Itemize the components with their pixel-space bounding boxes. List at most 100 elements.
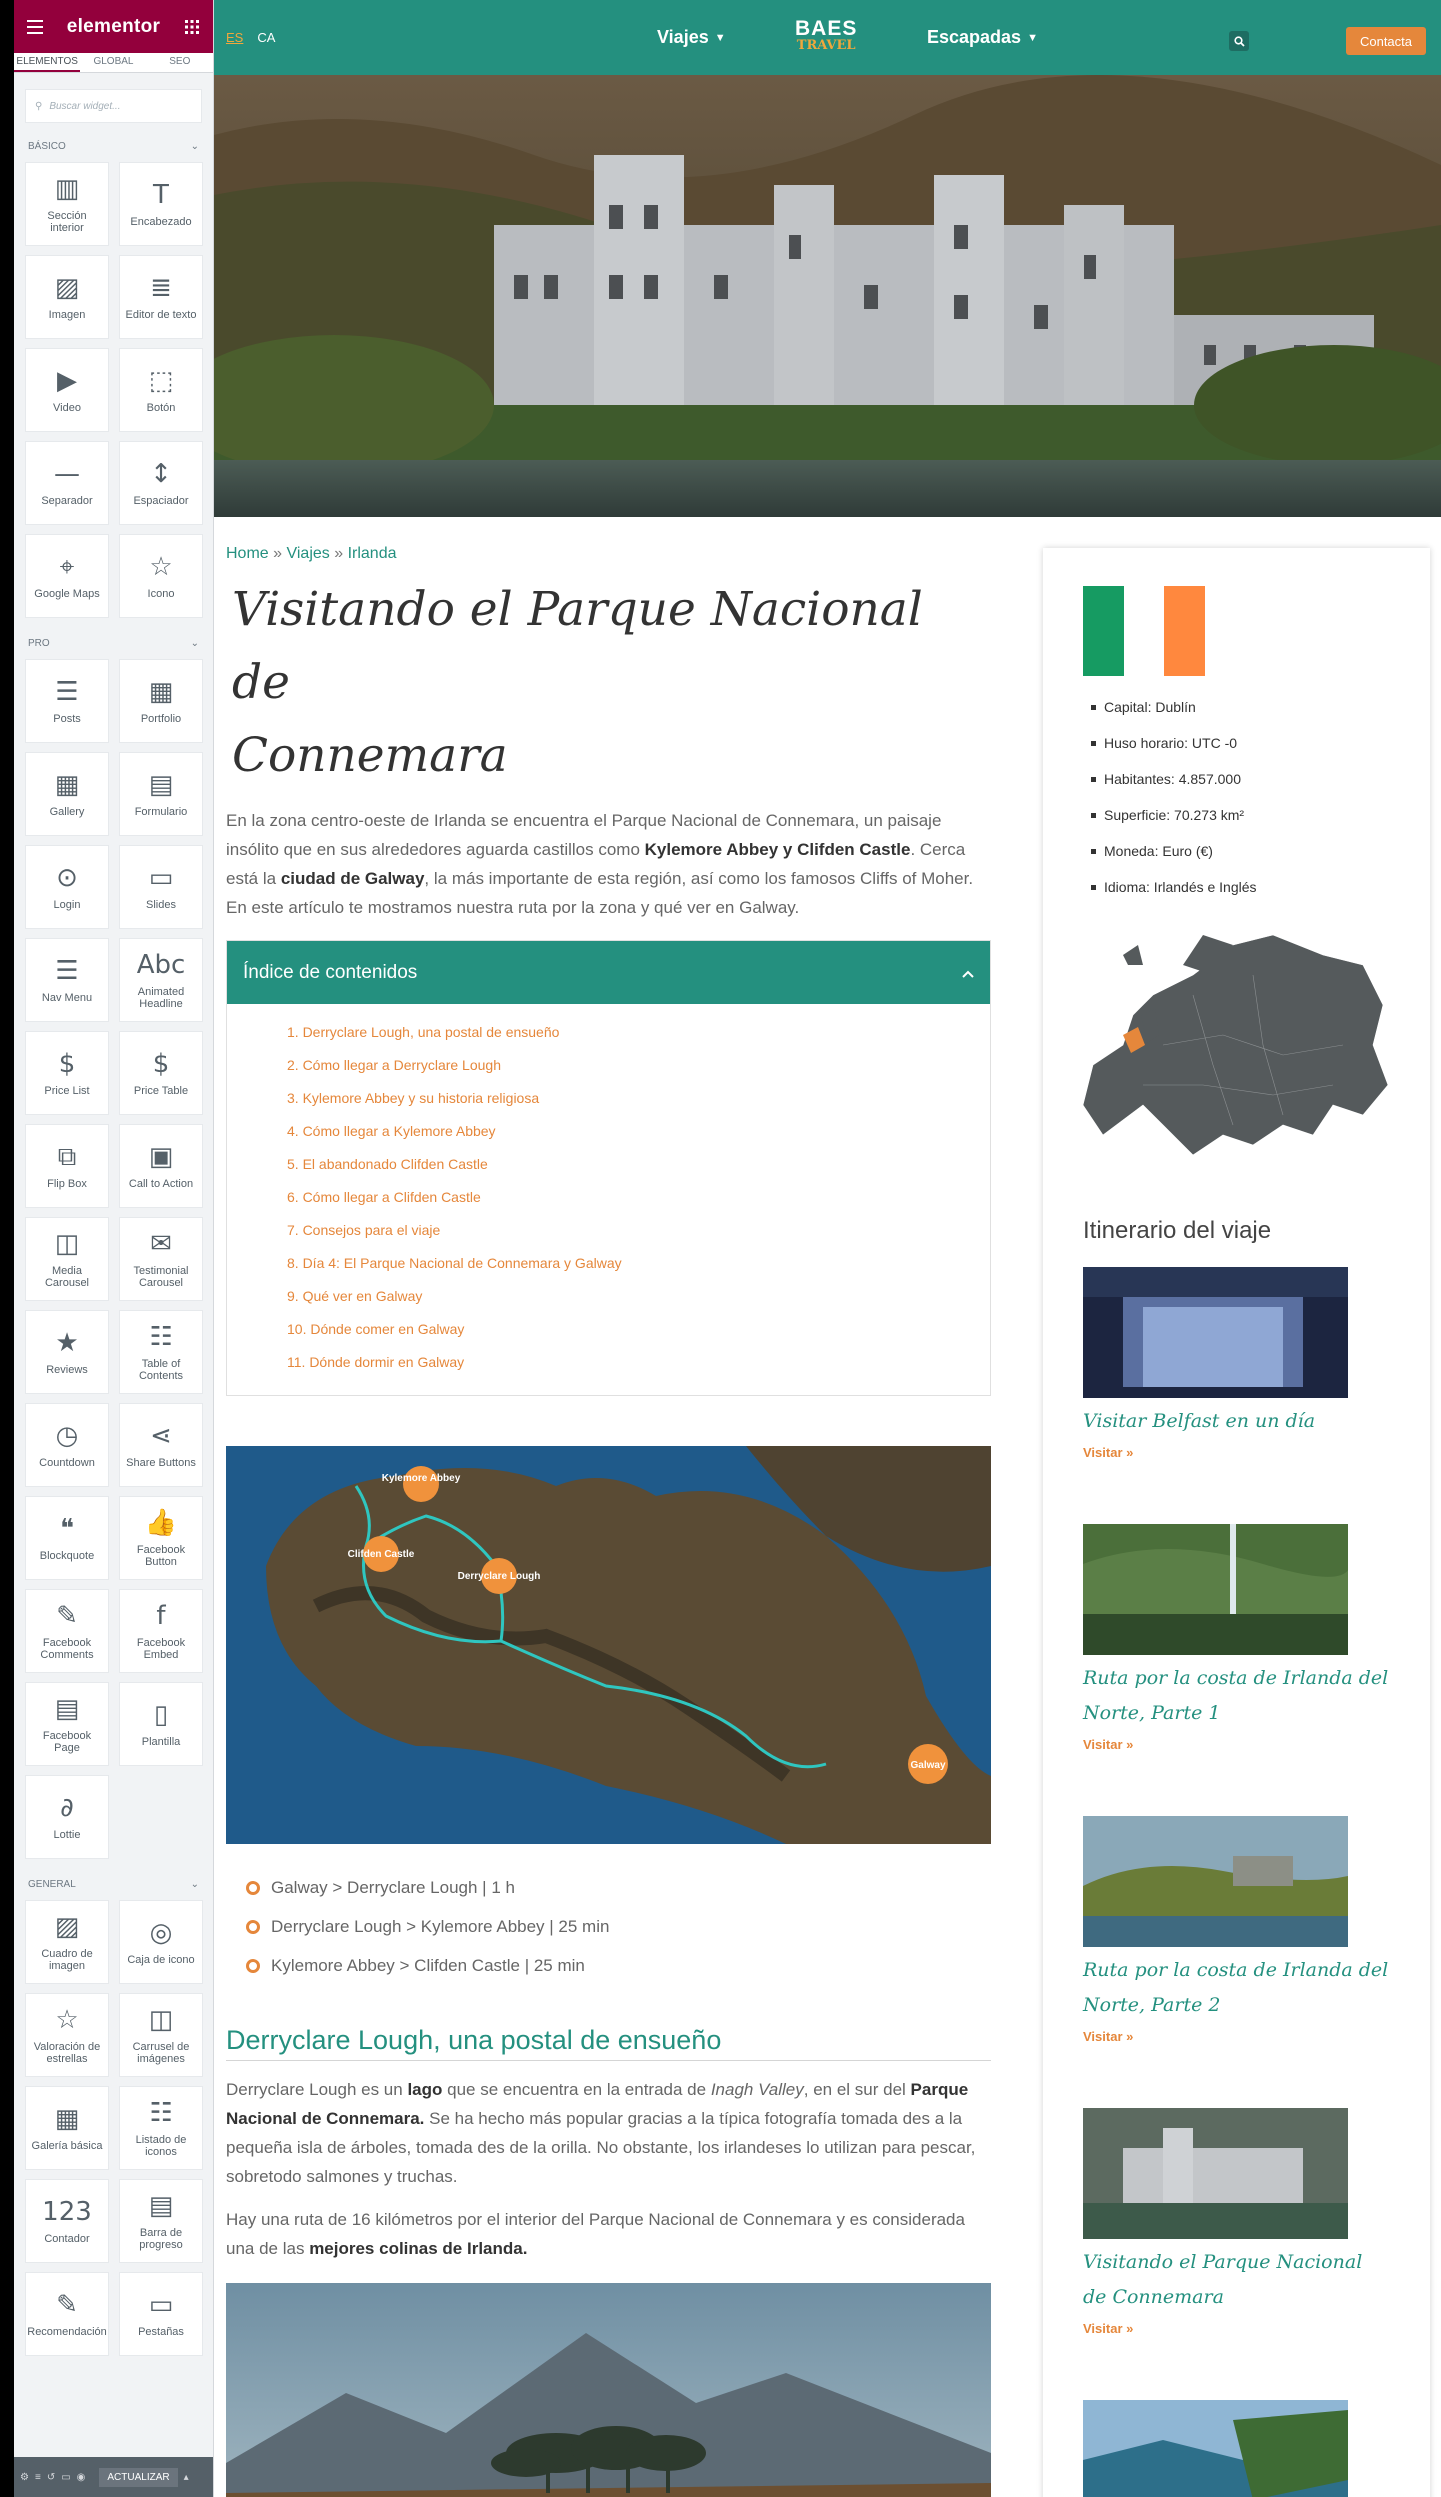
toc-item[interactable]: 8. Día 4: El Parque Nacional de Connemar… <box>287 1247 990 1280</box>
widget-progress-bar[interactable]: ▤ Barra de progreso <box>119 2179 203 2263</box>
preview-icon[interactable]: ◉ <box>77 2472 86 2483</box>
post-thumbnail[interactable] <box>1083 1524 1348 1655</box>
widget-text-editor[interactable]: ≣ Editor de texto <box>119 255 203 339</box>
widget-image[interactable]: ▨ Imagen <box>25 255 109 339</box>
widget-spacer[interactable]: ↕ Espaciador <box>119 441 203 525</box>
widget-price-table[interactable]: $ Price Table <box>119 1031 203 1115</box>
breadcrumb-home[interactable]: Home <box>226 545 269 562</box>
category-general-header[interactable]: GENERAL ⌄ <box>14 1873 213 1900</box>
widget-image-carousel[interactable]: ◫ Carrusel de imágenes <box>119 1993 203 2077</box>
toc-item[interactable]: 10. Dónde comer en Galway <box>287 1313 990 1346</box>
caret-up-icon[interactable]: ▴ <box>184 2472 189 2483</box>
widget-call-to-action[interactable]: ▣ Call to Action <box>119 1124 203 1208</box>
widget-template[interactable]: ▯ Plantilla <box>119 1682 203 1766</box>
contact-button[interactable]: Contacta <box>1346 27 1426 55</box>
post-thumbnail[interactable] <box>1083 1816 1348 1947</box>
update-button[interactable]: ACTUALIZAR <box>99 2467 178 2487</box>
widget-button[interactable]: ⬚ Botón <box>119 348 203 432</box>
widget-facebook-embed[interactable]: f Facebook Embed <box>119 1589 203 1673</box>
toc-item[interactable]: 9. Qué ver en Galway <box>287 1280 990 1313</box>
widget-heading[interactable]: T Encabezado <box>119 162 203 246</box>
post-read-more-link[interactable]: Visitar » <box>1083 1445 1390 1460</box>
widget-reviews[interactable]: ★ Reviews <box>25 1310 109 1394</box>
toc-item[interactable]: 7. Consejos para el viaje <box>287 1214 990 1247</box>
widget-facebook-page[interactable]: ▤ Facebook Page <box>25 1682 109 1766</box>
widget-countdown[interactable]: ◷ Countdown <box>25 1403 109 1487</box>
widget-media-carousel[interactable]: ◫ Media Carousel <box>25 1217 109 1301</box>
widget-counter[interactable]: 123 Contador <box>25 2179 109 2263</box>
widget-star[interactable]: ☆ Icono <box>119 534 203 618</box>
widget-comments[interactable]: ✎ Facebook Comments <box>25 1589 109 1673</box>
post-title[interactable]: Ruta por la costa de Irlanda del Norte, … <box>1083 1953 1390 2023</box>
widget-share[interactable]: ⋖ Share Buttons <box>119 1403 203 1487</box>
post-thumbnail[interactable] <box>1083 2400 1348 2497</box>
post-read-more-link[interactable]: Visitar » <box>1083 1737 1390 1752</box>
widget-login[interactable]: ⊙ Login <box>25 845 109 929</box>
thumbs-up-icon: 👍 <box>144 1508 178 1538</box>
post-title[interactable]: Visitando el Parque Nacional de Connemar… <box>1083 2245 1390 2315</box>
widget-flip-box[interactable]: ⧉ Flip Box <box>25 1124 109 1208</box>
breadcrumb-viajes[interactable]: Viajes <box>286 545 329 562</box>
toc-item[interactable]: 4. Cómo llegar a Kylemore Abbey <box>287 1115 990 1148</box>
widget-basic-gallery[interactable]: ▦ Galería básica <box>25 2086 109 2170</box>
section-heading: Derryclare Lough, una postal de ensueño <box>226 2025 991 2061</box>
widget-price-list[interactable]: $ Price List <box>25 1031 109 1115</box>
site-logo[interactable]: BAES TRAVEL <box>795 18 857 52</box>
tab-seo[interactable]: SEO <box>147 53 213 72</box>
lang-es[interactable]: ES <box>226 30 243 45</box>
widget-tabs[interactable]: ▭ Pestañas <box>119 2272 203 2356</box>
widget-blockquote[interactable]: ❝ Blockquote <box>25 1496 109 1580</box>
widget-toc[interactable]: ☷ Table of Contents <box>119 1310 203 1394</box>
widget-map[interactable]: ⌖ Google Maps <box>25 534 109 618</box>
tab-elements[interactable]: ELEMENTOS <box>14 53 81 72</box>
history-icon[interactable]: ↺ <box>47 2472 55 2483</box>
toc-item[interactable]: 6. Cómo llegar a Clifden Castle <box>287 1181 990 1214</box>
widget-thumbs-up[interactable]: 👍 Facebook Button <box>119 1496 203 1580</box>
widget-icon-box[interactable]: ◎ Caja de icono <box>119 1900 203 1984</box>
settings-icon[interactable]: ⚙ <box>20 2472 29 2483</box>
toc-item[interactable]: 1. Derryclare Lough, una postal de ensue… <box>287 1016 990 1049</box>
widget-image-box[interactable]: ▨ Cuadro de imagen <box>25 1900 109 1984</box>
widget-search-input[interactable]: ⚲ Buscar widget... <box>25 89 202 123</box>
widget-lottie[interactable]: ∂ Lottie <box>25 1775 109 1859</box>
widget-gallery[interactable]: ▦ Gallery <box>25 752 109 836</box>
widget-divider[interactable]: — Separador <box>25 441 109 525</box>
chevron-up-icon[interactable] <box>962 962 974 984</box>
widget-posts[interactable]: ☰ Posts <box>25 659 109 743</box>
post-thumbnail[interactable] <box>1083 1267 1348 1398</box>
menu-escapadas[interactable]: Escapadas ▼ <box>927 0 1038 75</box>
menu-viajes[interactable]: Viajes ▼ <box>657 0 726 75</box>
post-thumbnail[interactable] <box>1083 2108 1348 2239</box>
widget-testimonial[interactable]: ✉ Testimonial Carousel <box>119 1217 203 1301</box>
icon-list-icon: ☷ <box>149 2098 173 2128</box>
widget-nav-menu[interactable]: ☰ Nav Menu <box>25 938 109 1022</box>
toc-item[interactable]: 2. Cómo llegar a Derryclare Lough <box>287 1049 990 1082</box>
widget-video[interactable]: ▶ Video <box>25 348 109 432</box>
post-title[interactable]: Visitar Belfast en un día <box>1083 1404 1390 1439</box>
category-basic-header[interactable]: BÁSICO ⌄ <box>14 135 213 162</box>
breadcrumb-irlanda[interactable]: Irlanda <box>348 545 397 562</box>
widget-portfolio[interactable]: ▦ Portfolio <box>119 659 203 743</box>
lang-ca[interactable]: CA <box>257 30 275 45</box>
post-read-more-link[interactable]: Visitar » <box>1083 2029 1390 2044</box>
hamburger-menu-icon[interactable] <box>24 16 46 38</box>
search-button[interactable] <box>1229 31 1249 51</box>
widget-star-rating[interactable]: ☆ Valoración de estrellas <box>25 1993 109 2077</box>
toc-header[interactable]: Índice de contenidos <box>227 941 990 1004</box>
widget-icon-list[interactable]: ☷ Listado de iconos <box>119 2086 203 2170</box>
widget-slides[interactable]: ▭ Slides <box>119 845 203 929</box>
layers-icon[interactable]: ≡ <box>35 2472 41 2483</box>
apps-grid-icon[interactable] <box>181 16 203 38</box>
widget-form[interactable]: ▤ Formulario <box>119 752 203 836</box>
post-title[interactable]: Ruta por la costa de Irlanda del Norte, … <box>1083 1661 1390 1731</box>
widget-columns[interactable]: ▥ Sección interior <box>25 162 109 246</box>
widget-testimonial-quote[interactable]: ✎ Recomendación <box>25 2272 109 2356</box>
toc-item[interactable]: 11. Dónde dormir en Galway <box>287 1346 990 1379</box>
post-read-more-link[interactable]: Visitar » <box>1083 2321 1390 2336</box>
toc-item[interactable]: 3. Kylemore Abbey y su historia religios… <box>287 1082 990 1115</box>
responsive-icon[interactable]: ▭ <box>61 2472 70 2483</box>
tab-global[interactable]: GLOBAL <box>80 53 146 72</box>
category-pro-header[interactable]: PRO ⌄ <box>14 632 213 659</box>
widget-animated-headline[interactable]: Abc Animated Headline <box>119 938 203 1022</box>
toc-item[interactable]: 5. El abandonado Clifden Castle <box>287 1148 990 1181</box>
